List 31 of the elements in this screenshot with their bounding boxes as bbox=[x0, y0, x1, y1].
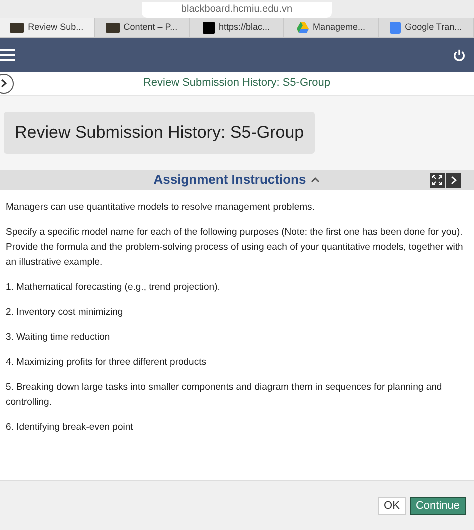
instructions-header[interactable]: Assignment Instructions bbox=[0, 170, 474, 190]
expand-circle-button[interactable] bbox=[0, 74, 14, 94]
instruction-paragraph: 1. Mathematical forecasting (e.g., trend projection). bbox=[6, 281, 222, 295]
fullscreen-button[interactable] bbox=[430, 172, 445, 188]
menu-icon[interactable] bbox=[0, 48, 15, 62]
page-title: Review Submission History: S5-Group bbox=[4, 112, 316, 154]
tab-label: https://blac... bbox=[218, 20, 270, 34]
chevron-right-icon bbox=[1, 79, 7, 88]
power-icon[interactable] bbox=[453, 48, 466, 62]
expand-arrows-icon bbox=[432, 174, 443, 186]
instruction-paragraph: 6. Identifying break-even point bbox=[6, 421, 134, 435]
instruction-paragraph: Specify a specific model name for each of the following purposes (Note: the first one has been done for you). Provide the formula and the problem-solving process of using each of your quantitative models, together with an illustrative example. bbox=[6, 226, 464, 270]
tab-label: Google Tran... bbox=[405, 20, 462, 34]
instruction-paragraph: 4. Maximizing profits for three different products bbox=[6, 356, 208, 370]
instructions-title: Assignment Instructions bbox=[154, 171, 306, 190]
tab-label: Review Sub... bbox=[28, 20, 84, 34]
triangle-icon bbox=[297, 22, 310, 33]
address-field[interactable]: blackboard.hcmiu.edu.vn bbox=[142, 2, 332, 18]
continue-button[interactable]: Continue bbox=[410, 496, 466, 514]
instruction-paragraph: 3. Waiting time reduction bbox=[6, 331, 112, 345]
instruction-paragraph: 2. Inventory cost minimizing bbox=[6, 306, 124, 320]
next-button[interactable] bbox=[446, 172, 461, 188]
chevron-right-icon bbox=[450, 176, 456, 184]
tab-label: Manageme... bbox=[313, 20, 366, 34]
browser-tab[interactable]: Review Sub... bbox=[0, 18, 95, 37]
browser-tab[interactable]: https://blac... bbox=[190, 18, 284, 37]
tab-label: Content – P... bbox=[124, 20, 178, 34]
ok-button[interactable]: OK bbox=[378, 496, 406, 514]
breadcrumb-title: Review Submission History: S5-Group bbox=[143, 76, 331, 92]
instruction-paragraph: 5. Breaking down large tasks into smaller components and diagram them in sequences for planning and controlling. bbox=[6, 381, 444, 410]
instruction-paragraph: Managers can use quantitative models to resolve management problems. bbox=[6, 201, 316, 215]
